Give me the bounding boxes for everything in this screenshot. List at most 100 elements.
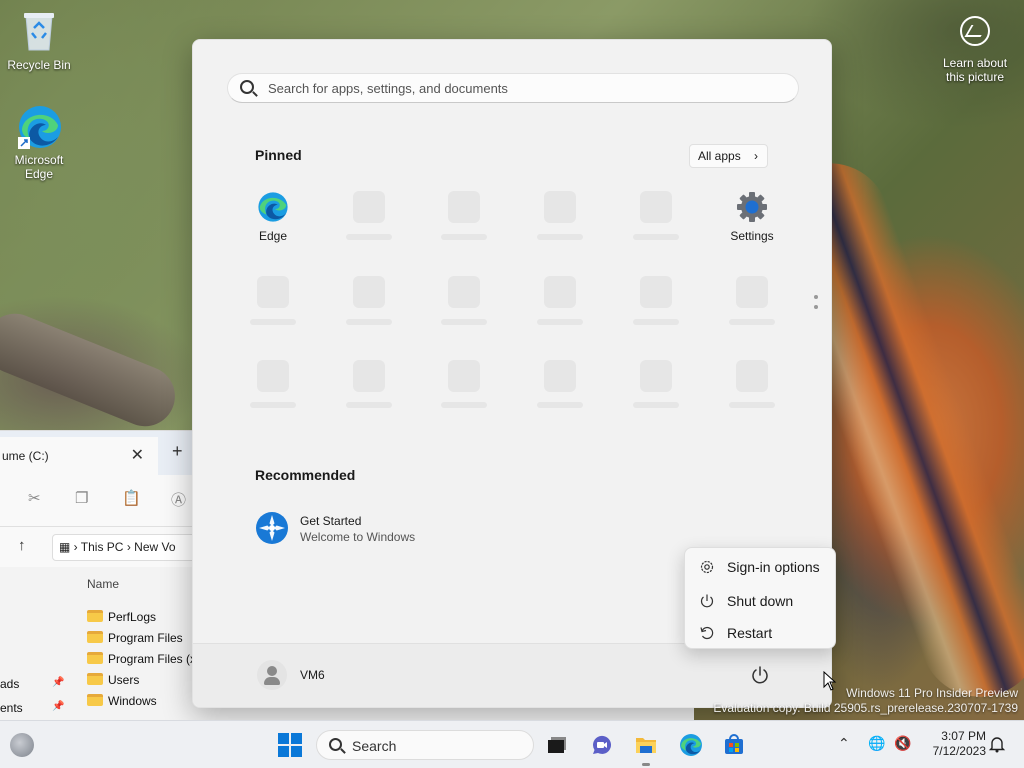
pinned-app-placeholder[interactable] bbox=[257, 360, 289, 392]
breadcrumb-item[interactable]: New Vo bbox=[134, 540, 175, 554]
desktop-icon-recycle-bin[interactable]: Recycle Bin bbox=[0, 8, 78, 72]
pinned-app-placeholder[interactable] bbox=[544, 276, 576, 308]
placeholder-label bbox=[729, 319, 775, 325]
search-icon bbox=[329, 738, 342, 751]
pinned-app-settings[interactable]: Settings bbox=[712, 191, 792, 243]
speaker-muted-icon[interactable]: 🔇 bbox=[894, 735, 911, 752]
learn-about-picture-button[interactable]: Learn about this picture bbox=[935, 12, 1015, 84]
pinned-app-edge[interactable]: Edge bbox=[233, 191, 313, 243]
start-button[interactable] bbox=[278, 733, 302, 757]
teams-chat-icon[interactable] bbox=[590, 733, 614, 757]
close-icon[interactable]: ✕ bbox=[131, 437, 144, 475]
restart-button[interactable]: Restart bbox=[685, 617, 835, 647]
up-arrow-icon[interactable]: ↑ bbox=[18, 537, 26, 554]
pinned-app-placeholder[interactable] bbox=[448, 276, 480, 308]
system-clock[interactable]: 3:07 PM 7/12/2023 bbox=[916, 729, 986, 759]
edge-icon bbox=[257, 191, 289, 223]
start-search-input[interactable] bbox=[268, 74, 788, 102]
placeholder-label bbox=[441, 402, 487, 408]
placeholder-label bbox=[633, 234, 679, 240]
power-icon bbox=[700, 594, 714, 608]
pinned-app-placeholder[interactable] bbox=[736, 276, 768, 308]
pinned-app-placeholder[interactable] bbox=[448, 191, 480, 223]
folder-icon bbox=[87, 652, 103, 664]
file-explorer-icon[interactable] bbox=[634, 733, 658, 757]
cut-icon[interactable]: ✂ bbox=[28, 489, 46, 507]
list-item[interactable]: Program Files bbox=[87, 628, 183, 648]
explorer-tab[interactable]: ume (C:) ✕ bbox=[0, 437, 158, 475]
start-search-box[interactable] bbox=[227, 73, 799, 103]
pinned-app-placeholder[interactable] bbox=[736, 360, 768, 392]
clock-date: 7/12/2023 bbox=[932, 744, 986, 758]
list-item[interactable]: PerfLogs bbox=[87, 607, 156, 627]
pinned-app-placeholder[interactable] bbox=[353, 191, 385, 223]
restart-icon bbox=[700, 626, 714, 640]
desktop-icon-label: Microsoft Edge bbox=[14, 153, 64, 181]
microsoft-store-icon[interactable] bbox=[722, 733, 746, 757]
widgets-icon[interactable] bbox=[10, 733, 34, 757]
copy-icon[interactable]: ❐ bbox=[75, 489, 93, 507]
page-indicator-dots[interactable] bbox=[814, 295, 818, 315]
avatar[interactable] bbox=[257, 660, 287, 690]
recommended-title: Recommended bbox=[255, 467, 356, 483]
task-view-icon[interactable] bbox=[545, 733, 569, 757]
pinned-title: Pinned bbox=[255, 147, 302, 163]
build-watermark: Windows 11 Pro Insider Preview Evaluatio… bbox=[713, 686, 1018, 715]
taskbar-search-label: Search bbox=[352, 738, 397, 754]
paste-icon[interactable]: 📋 bbox=[122, 489, 141, 507]
edge-icon bbox=[16, 103, 62, 149]
edge-icon[interactable] bbox=[679, 733, 703, 757]
pinned-app-placeholder[interactable] bbox=[544, 191, 576, 223]
pinned-app-placeholder[interactable] bbox=[257, 276, 289, 308]
pinned-app-placeholder[interactable] bbox=[448, 360, 480, 392]
folder-icon bbox=[87, 610, 103, 622]
network-globe-icon[interactable]: 🌐 bbox=[868, 735, 885, 752]
notification-bell-icon[interactable] bbox=[988, 735, 1006, 753]
list-item[interactable]: Users bbox=[87, 670, 139, 690]
camera-lens-icon bbox=[960, 16, 990, 46]
gear-icon bbox=[700, 560, 714, 574]
shut-down-label: Shut down bbox=[727, 593, 794, 609]
recycle-bin-icon bbox=[16, 8, 62, 54]
list-item[interactable]: Program Files (x bbox=[87, 649, 196, 669]
power-menu: Sign-in options Shut down Restart bbox=[684, 547, 836, 649]
chevron-up-icon[interactable]: ⌃ bbox=[838, 735, 850, 752]
sidebar-item[interactable]: ents bbox=[0, 701, 23, 715]
folder-icon bbox=[87, 631, 103, 643]
recommended-item-title: Get Started bbox=[300, 514, 362, 528]
pinned-app-placeholder[interactable] bbox=[353, 276, 385, 308]
list-item[interactable]: Windows bbox=[87, 691, 157, 711]
power-icon[interactable] bbox=[750, 665, 770, 685]
sign-in-options-button[interactable]: Sign-in options bbox=[685, 551, 835, 581]
all-apps-button[interactable]: All apps › bbox=[689, 144, 768, 168]
placeholder-label bbox=[346, 234, 392, 240]
desktop-icon-edge[interactable]: Microsoft Edge bbox=[0, 103, 78, 181]
pinned-app-placeholder[interactable] bbox=[353, 360, 385, 392]
placeholder-label bbox=[537, 402, 583, 408]
placeholder-label bbox=[250, 402, 296, 408]
taskbar: Search ⌃ 🌐 🔇 3:07 PM 7/12/2023 bbox=[0, 720, 1024, 768]
column-header-name[interactable]: Name bbox=[87, 577, 119, 591]
user-name[interactable]: VM6 bbox=[300, 668, 325, 682]
pinned-app-placeholder[interactable] bbox=[544, 360, 576, 392]
this-pc-icon: ▦ bbox=[59, 540, 71, 554]
new-tab-button[interactable]: + bbox=[172, 441, 183, 462]
folder-icon bbox=[87, 694, 103, 706]
sidebar-item[interactable]: ads bbox=[0, 677, 19, 691]
pinned-app-label: Edge bbox=[258, 229, 288, 243]
placeholder-label bbox=[250, 319, 296, 325]
folder-icon bbox=[87, 673, 103, 685]
learn-about-label: Learn about this picture bbox=[942, 56, 1008, 84]
shut-down-button[interactable]: Shut down bbox=[685, 585, 835, 615]
pinned-app-placeholder[interactable] bbox=[640, 276, 672, 308]
placeholder-label bbox=[633, 402, 679, 408]
rename-icon[interactable]: Ⓐ bbox=[171, 489, 189, 509]
breadcrumb-item[interactable]: This PC bbox=[81, 540, 124, 554]
pinned-app-placeholder[interactable] bbox=[640, 360, 672, 392]
pinned-app-placeholder[interactable] bbox=[640, 191, 672, 223]
taskbar-search[interactable]: Search bbox=[316, 730, 534, 760]
pinned-app-label: Settings bbox=[730, 229, 774, 243]
placeholder-label bbox=[441, 319, 487, 325]
placeholder-label bbox=[729, 402, 775, 408]
all-apps-label: All apps bbox=[698, 149, 741, 163]
